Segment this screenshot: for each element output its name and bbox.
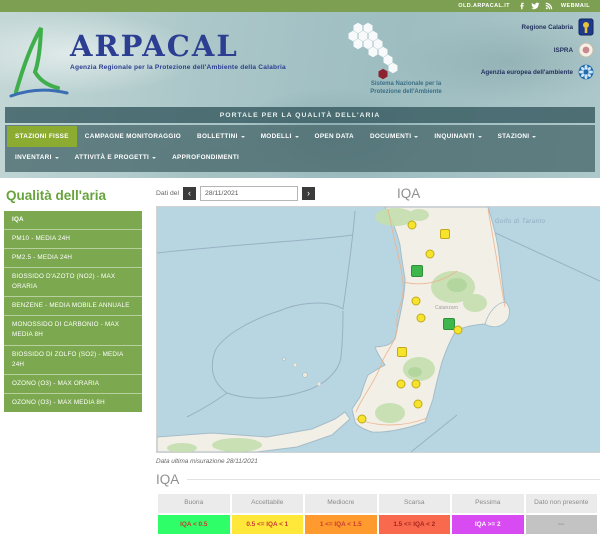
main-navigation: STAZIONI FISSE CAMPAGNE MONITORAGGIO BOL… bbox=[5, 125, 595, 172]
station-marker-accettabile[interactable] bbox=[440, 229, 450, 239]
legend-value-scarsa: 1.5 <= IQA < 2 bbox=[379, 515, 451, 534]
partner-regione-calabria[interactable]: Regione Calabria bbox=[481, 18, 594, 36]
top-utility-bar: OLD.ARPACAL.IT WEBMAIL bbox=[0, 0, 600, 12]
air-quality-map[interactable]: Golfo di Taranto Catanzaro bbox=[156, 206, 600, 453]
eea-icon bbox=[578, 64, 594, 80]
main-panel: Dati del ‹ › IQA bbox=[150, 178, 600, 536]
nav-attivita-progetti[interactable]: ATTIVITÀ E PROGETTI bbox=[67, 147, 164, 168]
partner-ispra[interactable]: ISPRA bbox=[481, 42, 594, 58]
nav-stazioni[interactable]: STAZIONI bbox=[490, 126, 545, 147]
station-marker-accettabile[interactable] bbox=[426, 250, 435, 259]
sidebar-item-pm25[interactable]: PM2.5 - MEDIA 24H bbox=[4, 249, 142, 268]
map-label-city: Catanzaro bbox=[435, 305, 458, 311]
sidebar-item-no2[interactable]: BIOSSIDO D'AZOTO (NO2) - MAX ORARIA bbox=[4, 268, 142, 297]
chevron-down-icon bbox=[55, 157, 59, 161]
brand-name: ARPACAL bbox=[70, 32, 286, 61]
brand-subtitle: Agenzia Regionale per la Protezione dell… bbox=[70, 64, 286, 71]
rss-icon[interactable] bbox=[545, 2, 553, 10]
sidebar: Qualità dell'aria IQA PM10 - MEDIA 24H P… bbox=[0, 178, 150, 536]
legend-value-assente: --- bbox=[526, 515, 598, 534]
snpa-label: Sistema Nazionale per la Protezione dell… bbox=[360, 81, 452, 96]
nav-campagne-monitoraggio[interactable]: CAMPAGNE MONITORAGGIO bbox=[77, 126, 189, 147]
sidebar-item-o3-8h[interactable]: OZONO (O3) - MAX MEDIA 8H bbox=[4, 394, 142, 412]
prev-day-button[interactable]: ‹ bbox=[183, 187, 196, 200]
legend-value-mediocre: 1 <= IQA < 1.5 bbox=[305, 515, 377, 534]
iqa-legend-table: Buona Accettabile Mediocre Scarsa Pessim… bbox=[156, 492, 599, 536]
nav-approfondimenti[interactable]: APPROFONDIMENTI bbox=[164, 147, 247, 168]
divider bbox=[187, 479, 600, 480]
nav-inventari[interactable]: INVENTARI bbox=[7, 147, 67, 168]
snpa-hexagons-icon bbox=[336, 20, 452, 84]
legend-header: Buona bbox=[158, 494, 230, 513]
webmail-link[interactable]: WEBMAIL bbox=[561, 3, 590, 9]
legend-value-buona: IQA < 0.5 bbox=[158, 515, 230, 534]
sidebar-item-so2[interactable]: BIOSSIDO DI ZOLFO (SO2) - MEDIA 24H bbox=[4, 346, 142, 375]
station-marker-accettabile[interactable] bbox=[412, 380, 421, 389]
date-input[interactable] bbox=[200, 186, 298, 201]
sidebar-item-pm10[interactable]: PM10 - MEDIA 24H bbox=[4, 230, 142, 249]
legend-header: Pessima bbox=[452, 494, 524, 513]
legend-header: Accettabile bbox=[232, 494, 304, 513]
old-site-link[interactable]: OLD.ARPACAL.IT bbox=[458, 3, 510, 9]
station-marker-accettabile[interactable] bbox=[414, 400, 423, 409]
twitter-icon[interactable] bbox=[531, 2, 540, 10]
legend-value-pessima: IQA >= 2 bbox=[452, 515, 524, 534]
chevron-down-icon bbox=[152, 157, 156, 161]
map-basemap: Golfo di Taranto Catanzaro bbox=[157, 207, 600, 452]
sidebar-title: Qualità dell'aria bbox=[4, 182, 150, 211]
chevron-down-icon bbox=[532, 136, 536, 140]
site-header: ARPACAL Agenzia Regionale per la Protezi… bbox=[0, 12, 600, 178]
snpa-logo[interactable]: Sistema Nazionale per la Protezione dell… bbox=[336, 20, 466, 96]
sidebar-item-benzene[interactable]: BENZENE - MEDIA MOBILE ANNUALE bbox=[4, 297, 142, 316]
chevron-down-icon bbox=[295, 136, 299, 140]
station-marker-accettabile[interactable] bbox=[454, 326, 463, 335]
nav-open-data[interactable]: OPEN DATA bbox=[307, 126, 362, 147]
map-title: IQA bbox=[397, 186, 420, 201]
last-measurement-caption: Data ultima misurazione 28/11/2021 bbox=[156, 458, 600, 465]
station-marker-accettabile[interactable] bbox=[358, 415, 367, 424]
nav-modelli[interactable]: MODELLI bbox=[253, 126, 307, 147]
arpacal-logo-mark bbox=[8, 22, 70, 102]
sidebar-item-co[interactable]: MONOSSIDO DI CARBONIO - MAX MEDIA 8H bbox=[4, 316, 142, 345]
facebook-icon[interactable] bbox=[518, 2, 526, 10]
date-label: Dati del bbox=[156, 190, 179, 197]
station-marker-accettabile[interactable] bbox=[397, 347, 407, 357]
legend-title: IQA bbox=[156, 472, 179, 487]
chevron-down-icon bbox=[414, 136, 418, 140]
station-marker-accettabile[interactable] bbox=[397, 380, 406, 389]
station-marker-accettabile[interactable] bbox=[408, 221, 417, 230]
nav-bollettini[interactable]: BOLLETTINI bbox=[189, 126, 253, 147]
chevron-down-icon bbox=[478, 136, 482, 140]
portal-title: PORTALE PER LA QUALITÀ DELL'ARIA bbox=[220, 112, 381, 119]
nav-stazioni-fisse[interactable]: STAZIONI FISSE bbox=[7, 126, 77, 147]
legend-header: Scarsa bbox=[379, 494, 451, 513]
portal-title-bar: PORTALE PER LA QUALITÀ DELL'ARIA bbox=[5, 107, 595, 123]
next-day-button[interactable]: › bbox=[302, 187, 315, 200]
ispra-icon bbox=[578, 42, 594, 58]
map-label-gulf: Golfo di Taranto bbox=[495, 219, 546, 225]
regione-calabria-icon bbox=[578, 18, 594, 36]
arpacal-logo[interactable]: ARPACAL Agenzia Regionale per la Protezi… bbox=[0, 12, 286, 102]
legend-header: Mediocre bbox=[305, 494, 377, 513]
partner-eea[interactable]: Agenzia europea dell'ambiente bbox=[481, 64, 594, 80]
station-marker-accettabile[interactable] bbox=[417, 314, 426, 323]
station-marker-accettabile[interactable] bbox=[412, 297, 421, 306]
legend-header: Dato non presente bbox=[526, 494, 598, 513]
nav-inquinanti[interactable]: INQUINANTI bbox=[426, 126, 489, 147]
sidebar-item-iqa[interactable]: IQA bbox=[4, 211, 142, 230]
station-marker-buona[interactable] bbox=[411, 265, 423, 277]
chevron-down-icon bbox=[241, 136, 245, 140]
sidebar-item-o3-oraria[interactable]: OZONO (O3) - MAX ORARIA bbox=[4, 375, 142, 394]
legend-value-accettabile: 0.5 <= IQA < 1 bbox=[232, 515, 304, 534]
nav-documenti[interactable]: DOCUMENTI bbox=[362, 126, 426, 147]
